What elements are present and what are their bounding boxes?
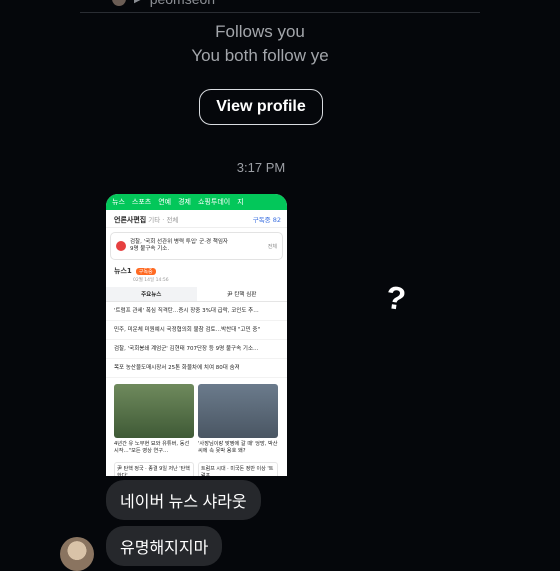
inner-tab-main: 주요뉴스 bbox=[106, 287, 197, 301]
message-bubble[interactable]: 유명해지지마 bbox=[106, 526, 223, 566]
notice-title: 검찰, '국회 선관위 병력 투입' 군·경 책임자 bbox=[130, 238, 228, 245]
press-name: 뉴스1 bbox=[114, 267, 132, 275]
inner-tabs: 주요뉴스 尹 탄핵 심판 bbox=[106, 287, 287, 302]
press-section-title: 언론사편집 bbox=[114, 216, 147, 224]
top-divider bbox=[80, 12, 480, 13]
topic-card: 尹 탄핵 정국 · 종결 9일 저난 '탄핵 한다' bbox=[114, 461, 194, 476]
follows-you-text: Follows you bbox=[215, 22, 305, 41]
header-username: peomseon bbox=[150, 0, 215, 7]
headline-item: '트럼프 관세' 폭심 직격탄…증시 장중 3%대 급락, 코인도 추… bbox=[106, 302, 287, 321]
photo-caption: '사장님이랑 맞짱에 갈 때' 엉망, 박산 씨에 속 못박 용호 왜? bbox=[198, 441, 278, 455]
news-tab-bar: 뉴스 스포츠 연예 경제 쇼핑투데이 지 bbox=[106, 194, 287, 210]
tab-more: 지 bbox=[237, 198, 244, 206]
inner-tab-impeachment: 尹 탄핵 심판 bbox=[227, 292, 257, 298]
play-icon: ▶ bbox=[134, 0, 142, 5]
subscribe-count: 구독중 82 bbox=[252, 216, 281, 224]
photo-captions: 4년간 유 노무현 묘와 유튜버, 동선 시작…"모든 영상 연구… '사장님이… bbox=[106, 438, 287, 456]
notice-all-button: 전체 bbox=[267, 243, 277, 250]
headline-item: 민주, 미운체 미원예시 국정협의회 불참 검토…박찬대 "고민 중" bbox=[106, 321, 287, 340]
tab-shopping: 쇼핑투데이 bbox=[198, 198, 231, 206]
headline-item: 목포 농산물도매시장서 25톤 화물차에 치여 80대 숨져 bbox=[106, 359, 287, 378]
press-section-row: 언론사편집 기타 · 전체 구독중 82 bbox=[106, 210, 287, 228]
header-avatar bbox=[112, 0, 126, 6]
notice-card: 검찰, '국회 선관위 병력 투입' 군·경 책임자 9명 불구속 기소. 전체 bbox=[110, 232, 283, 260]
photo-caption: 4년간 유 노무현 묘와 유튜버, 동선 시작…"모든 영상 연구… bbox=[114, 441, 190, 455]
subscribed-badge: 구독중 bbox=[135, 267, 156, 275]
press-date: 02월 14일 14:56 bbox=[133, 278, 169, 283]
tab-economy: 경제 bbox=[178, 198, 191, 206]
bottom-cards: 尹 탄핵 정국 · 종결 9일 저난 '탄핵 한다' 트럼프 시대 · 미국돈 … bbox=[106, 456, 287, 476]
view-profile-button[interactable]: View profile bbox=[199, 89, 323, 125]
headline-item: 검찰, '국회봉쇄 계엄군' 김현태 707단장 등 9명 불구속 기소… bbox=[106, 340, 287, 359]
press-logo-icon bbox=[116, 241, 126, 251]
tab-sports: 스포츠 bbox=[131, 198, 152, 206]
tab-entertainment: 연예 bbox=[158, 198, 172, 206]
photo-row bbox=[106, 378, 287, 438]
sender-avatar[interactable] bbox=[60, 537, 94, 571]
mutual-follow-text: You both follow ye bbox=[191, 46, 329, 65]
news-photo bbox=[114, 384, 194, 438]
header-user[interactable]: ▶ peomseon bbox=[112, 0, 215, 7]
news-photo bbox=[198, 384, 278, 438]
message-bubble[interactable]: 네이버 뉴스 샤라웃 bbox=[106, 480, 261, 520]
message-timestamp: 3:17 PM bbox=[236, 160, 286, 175]
tab-news: 뉴스 bbox=[112, 198, 125, 206]
notice-sub: 9명 불구속 기소. bbox=[130, 246, 170, 252]
topic-card: 트럼프 시대 · 미국돈 정반 이상 '트럼프 bbox=[198, 461, 278, 476]
shared-screenshot-image[interactable]: 뉴스 스포츠 연예 경제 쇼핑투데이 지 언론사편집 기타 · 전체 구독중 8… bbox=[106, 194, 287, 476]
press-section-sub: 기타 · 전체 bbox=[148, 216, 179, 224]
question-mark-reaction: ? bbox=[383, 278, 409, 318]
